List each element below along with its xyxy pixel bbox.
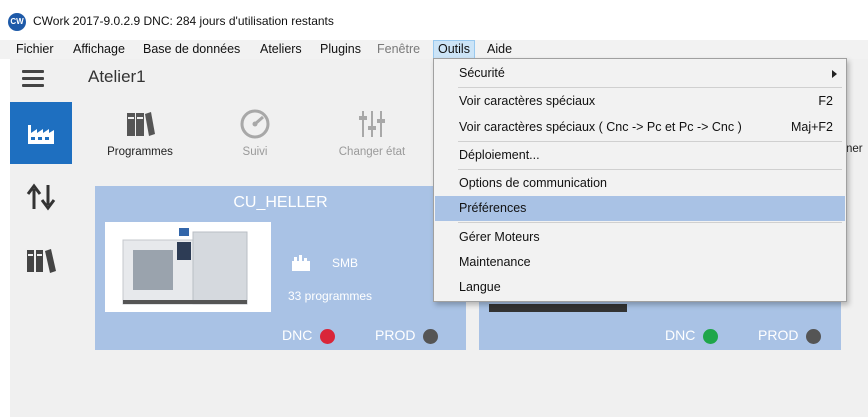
menu-affichage[interactable]: Affichage	[69, 40, 129, 59]
changer-etat-label: Changer état	[338, 146, 406, 158]
factory-icon	[28, 125, 54, 144]
dnc-status: DNC	[665, 327, 719, 344]
menu-item-preferences[interactable]: Préférences	[435, 196, 845, 221]
menu-fenetre[interactable]: Fenêtre	[373, 40, 424, 59]
gauge-icon	[240, 109, 270, 139]
machine-image	[489, 304, 627, 312]
window-title: CWork 2017-9.0.2.9 DNC: 284 jours d'util…	[33, 14, 334, 28]
menu-item-deploiement[interactable]: Déploiement...	[435, 143, 845, 168]
menu-item-securite[interactable]: Sécurité	[435, 61, 845, 86]
sidebar-item-transfer[interactable]	[10, 166, 72, 228]
menu-item-voir-caracteres-speciaux[interactable]: Voir caractères spéciaux F2	[435, 89, 845, 114]
suivi-button[interactable]: Suivi	[200, 104, 310, 164]
machine-controller-icon	[292, 255, 310, 271]
sidebar-item-workshops[interactable]	[10, 102, 72, 164]
sidebar-item-library[interactable]	[10, 230, 72, 292]
prod-label: PROD	[375, 327, 416, 344]
app-logo: CW	[8, 13, 26, 31]
menu-item-voir-caracteres-speciaux-cnc[interactable]: Voir caractères spéciaux ( Cnc -> Pc et …	[435, 115, 845, 140]
menu-fichier[interactable]: Fichier	[12, 40, 58, 59]
machine-name: CU_HELLER	[233, 194, 328, 211]
menu-bar: Fichier Affichage Base de données Atelie…	[0, 40, 868, 59]
title-bar: CW CWork 2017-9.0.2.9 DNC: 284 jours d'u…	[0, 0, 868, 40]
dnc-status: DNC	[282, 327, 336, 344]
programmes-button[interactable]: Programmes	[85, 104, 195, 164]
menu-item-langue[interactable]: Langue	[435, 275, 845, 300]
machine-image	[105, 222, 271, 312]
menu-aide[interactable]: Aide	[483, 40, 516, 59]
menu-base-de-donnees[interactable]: Base de données	[139, 40, 244, 59]
menu-ateliers[interactable]: Ateliers	[256, 40, 306, 59]
dnc-label: DNC	[282, 327, 313, 344]
suivi-label: Suivi	[242, 146, 268, 158]
submenu-arrow-icon	[832, 70, 837, 78]
menu-item-options-de-communication[interactable]: Options de communication	[435, 171, 845, 196]
prod-label: PROD	[758, 327, 799, 344]
prod-status: PROD	[758, 327, 822, 344]
controller-name: SMB	[332, 256, 359, 270]
prod-status-dot	[806, 329, 822, 344]
workspace-title: Atelier1	[88, 67, 146, 86]
menu-item-maintenance[interactable]: Maintenance	[435, 250, 845, 275]
binders-icon	[127, 112, 155, 136]
menu-outils[interactable]: Outils	[433, 40, 475, 59]
program-count: 33 programmes	[288, 289, 373, 303]
machine-card[interactable]: CU_HELLER SMB 33 programmes DNC PROD	[95, 186, 466, 350]
clipped-toolbar-label: ner	[846, 143, 863, 155]
transfer-arrows-icon	[26, 183, 56, 211]
dnc-label: DNC	[665, 327, 696, 344]
menu-plugins[interactable]: Plugins	[316, 40, 365, 59]
dnc-status-dot	[320, 329, 336, 344]
prod-status-dot	[423, 329, 439, 344]
menu-item-gerer-moteurs[interactable]: Gérer Moteurs	[435, 225, 845, 250]
changer-etat-button[interactable]: Changer état	[317, 104, 427, 164]
binders-icon	[27, 249, 56, 273]
outils-menu: Sécurité Voir caractères spéciaux F2 Voi…	[433, 58, 847, 302]
hamburger-menu-icon[interactable]	[22, 70, 44, 88]
prod-status: PROD	[375, 327, 439, 344]
dnc-status-dot	[703, 329, 719, 344]
sliders-icon	[359, 111, 385, 137]
programmes-label: Programmes	[107, 146, 173, 158]
